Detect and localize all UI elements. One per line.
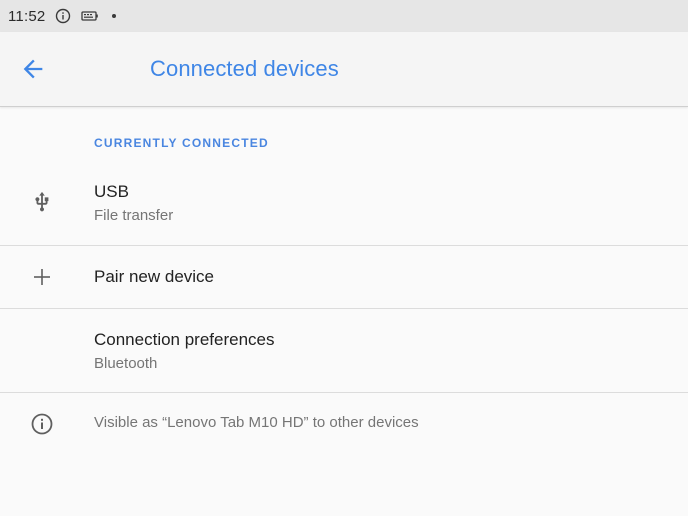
usb-device-row[interactable]: USB File transfer — [0, 170, 688, 245]
usb-subtitle: File transfer — [94, 207, 174, 224]
status-time: 11:52 — [8, 7, 46, 25]
divider — [0, 392, 688, 393]
info-icon — [28, 410, 56, 438]
connection-preferences-row[interactable]: Connection preferences Bluetooth — [0, 309, 688, 392]
usb-icon — [28, 188, 56, 216]
pair-new-device-title: Pair new device — [94, 267, 215, 286]
status-bar: 11:52 — [0, 0, 688, 32]
back-button[interactable] — [14, 51, 52, 87]
section-header-currently-connected: CURRENTLY CONNECTED — [94, 136, 269, 150]
connection-preferences-subtitle: Bluetooth — [94, 355, 158, 372]
notification-dot — [112, 14, 117, 18]
pair-new-device-row[interactable]: Pair new device — [0, 246, 688, 308]
plus-icon — [28, 263, 56, 291]
app-bar: Connected devices — [0, 32, 688, 107]
device-visibility-text: Visible as “Lenovo Tab M10 HD” to other … — [94, 414, 419, 431]
battery-saver-icon — [81, 10, 99, 22]
connection-preferences-title: Connection preferences — [94, 330, 275, 349]
usb-title: USB — [94, 182, 129, 201]
page-title: Connected devices — [150, 56, 339, 81]
info-icon — [55, 8, 71, 24]
arrow-back-icon — [23, 59, 43, 79]
screen: 11:52 Connected devices CURRENTLY CONNEC… — [0, 0, 688, 516]
